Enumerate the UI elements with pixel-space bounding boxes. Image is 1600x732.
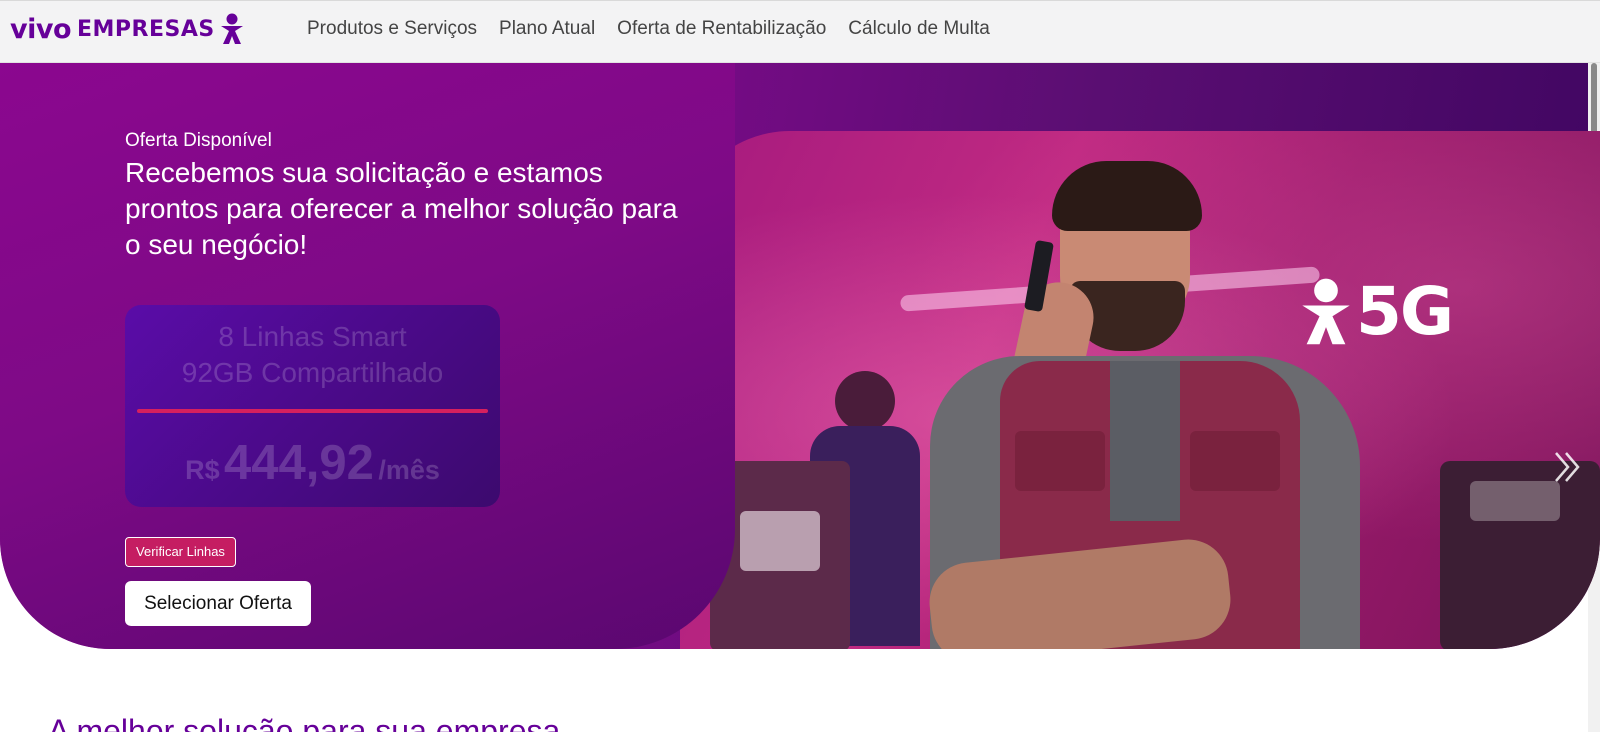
vivo-person-icon: [1302, 278, 1350, 344]
chevrons-right-icon[interactable]: [1552, 450, 1584, 484]
nav-oferta-rentabilizacao[interactable]: Oferta de Rentabilização: [606, 18, 837, 40]
verify-lines-button[interactable]: Verificar Linhas: [125, 537, 236, 567]
main-nav: Produtos e Serviços Plano Atual Oferta d…: [296, 18, 1001, 40]
nav-calculo-multa[interactable]: Cálculo de Multa: [837, 18, 1001, 40]
offer-available-tag: Oferta Disponível: [125, 130, 272, 151]
vivo-empresas-logo[interactable]: vivo EMPRESAS: [10, 11, 245, 47]
price-currency: R$: [185, 455, 220, 485]
price-period: /mês: [378, 455, 440, 485]
price-amount: 444,92: [224, 436, 374, 490]
logo-suffix: EMPRESAS: [77, 16, 215, 42]
offer-lines-count: 8 Linhas Smart: [218, 321, 407, 352]
offer-divider: [137, 409, 488, 413]
nav-plano-atual[interactable]: Plano Atual: [488, 18, 606, 40]
nav-produtos-servicos[interactable]: Produtos e Serviços: [296, 18, 488, 40]
offer-data-allowance: 92GB Compartilhado: [181, 357, 444, 388]
offer-card[interactable]: 8 Linhas Smart 92GB Compartilhado R$ 444…: [125, 305, 500, 507]
hero-headline: Recebemos sua solicitação e estamos pron…: [125, 157, 678, 260]
offer-plan-details: 8 Linhas Smart 92GB Compartilhado: [125, 319, 500, 391]
top-navbar: vivo EMPRESAS Produtos e Serviços Plano …: [0, 0, 1600, 63]
select-offer-button[interactable]: Selecionar Oferta: [125, 581, 311, 626]
vivo-person-icon: [220, 13, 243, 44]
logo-word: vivo: [10, 13, 72, 45]
badge-5g-label: 5G: [1356, 273, 1454, 350]
section-title: A melhor solução para sua empresa: [48, 713, 561, 732]
hero-photo-worker-on-phone: [680, 131, 1600, 649]
badge-5g: 5G: [1298, 273, 1454, 350]
offer-price: R$ 444,92 /mês: [125, 435, 500, 491]
